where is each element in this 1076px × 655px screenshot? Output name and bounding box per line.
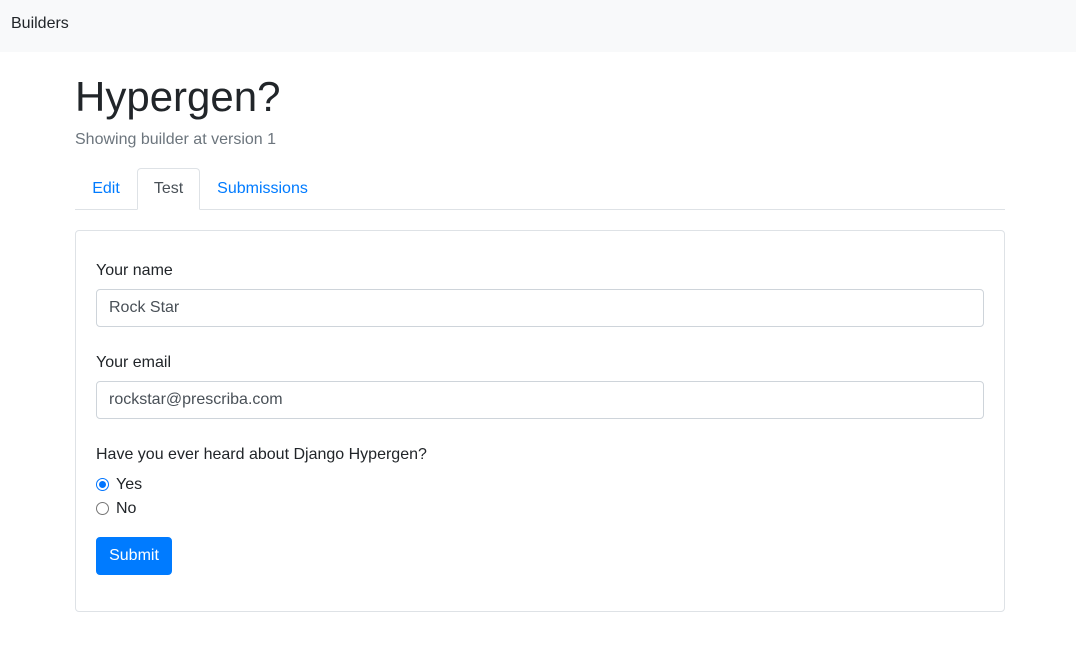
email-label: Your email [96,354,172,371]
page-subtitle: Showing builder at version 1 [75,131,277,148]
tab-bar: Edit Test Submissions [75,168,1005,210]
radio-no-button[interactable] [96,501,109,515]
page-title: Hypergen? [75,73,281,120]
email-input[interactable] [96,381,984,419]
tab-edit[interactable]: Edit [75,168,137,210]
tab-test[interactable]: Test [137,168,200,210]
name-input[interactable] [96,289,984,327]
form-card: Your name Your email Have you ever heard… [75,230,1005,612]
radio-option-yes[interactable]: Yes [96,474,142,494]
radio-yes-label: Yes [116,475,143,493]
name-label: Your name [96,262,173,279]
radio-no-label: No [116,499,137,517]
tab-submissions[interactable]: Submissions [200,168,325,210]
navbar-brand[interactable]: Builders [11,14,69,33]
submit-button[interactable]: Submit [96,537,172,575]
radio-option-no[interactable]: No [96,498,136,518]
radio-yes-button[interactable] [96,477,109,491]
question-label: Have you ever heard about Django Hyperge… [96,446,427,463]
navbar: Builders [0,0,1076,52]
